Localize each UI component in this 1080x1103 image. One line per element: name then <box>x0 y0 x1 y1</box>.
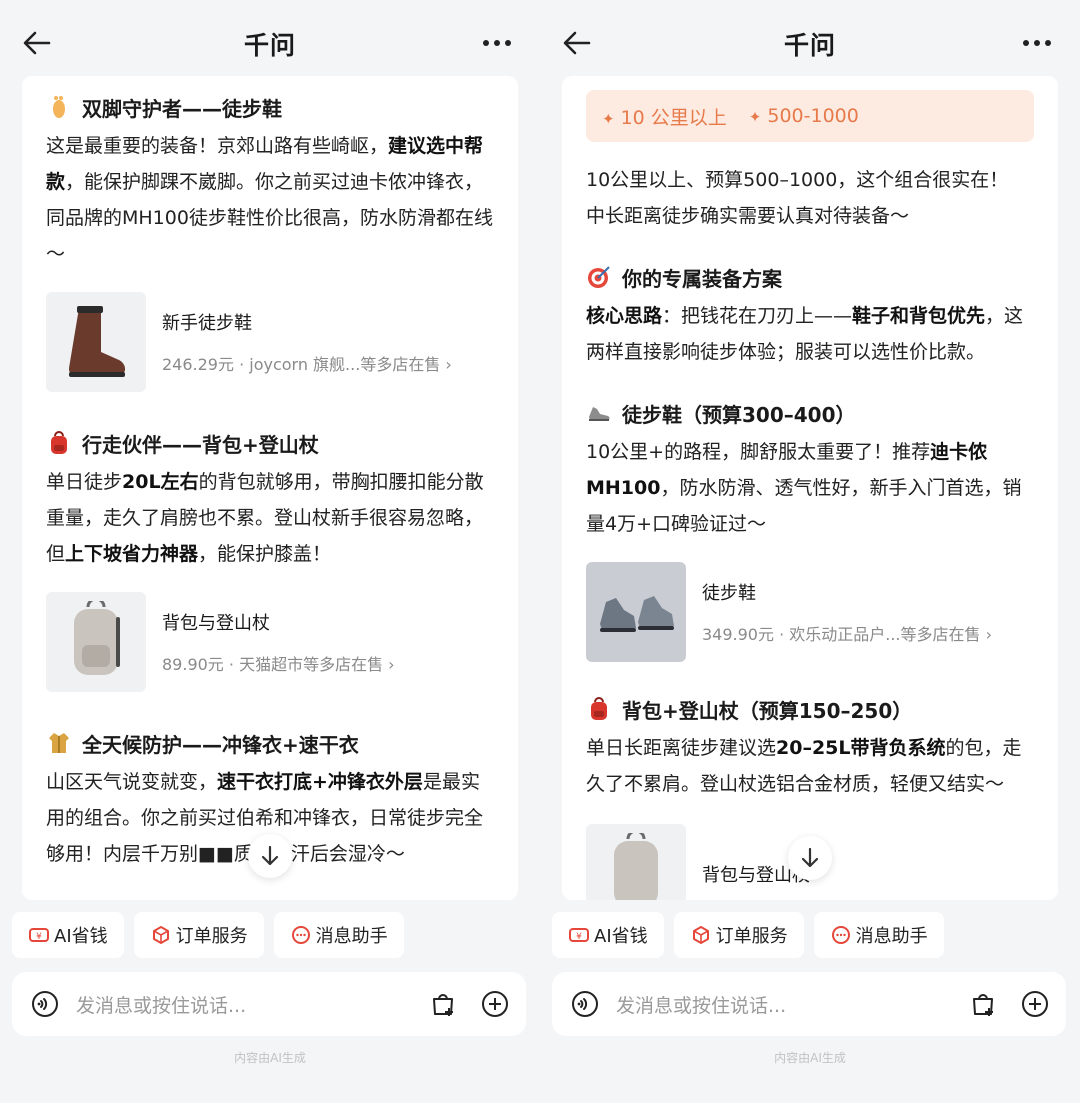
message-input-bar: 发消息或按住说话... <box>12 972 526 1036</box>
shopping-bag-icon[interactable] <box>428 989 458 1019</box>
voice-icon[interactable] <box>570 989 600 1019</box>
chip-message-assistant[interactable]: 消息助手 <box>813 912 944 958</box>
backpack-icon <box>46 430 72 456</box>
message-card: ✦ 10 公里以上 ✦ 500-1000 10公里以上、预算500–1000，这个组… <box>562 76 1058 900</box>
chip-order-service[interactable]: 订单服务 <box>133 912 264 958</box>
target-icon <box>586 264 612 290</box>
more-icon[interactable] <box>1020 28 1054 58</box>
scroll-down-button[interactable] <box>788 836 832 880</box>
box-icon <box>690 924 712 946</box>
more-icon[interactable] <box>480 28 514 58</box>
message-card: 双脚守护者——徒步鞋 这是最重要的装备！京郊山路有些崎岖，建议选中帮款，能保护脚… <box>22 76 518 900</box>
shopping-bag-icon[interactable] <box>968 989 998 1019</box>
section-heading: 全天候防护——冲锋衣+速干衣 <box>46 726 498 760</box>
arrow-down-icon <box>261 845 279 866</box>
backpack-image <box>46 592 146 692</box>
section-text: 单日长距离徒步建议选20–25L带背负系统的包，走久了不累肩。登山杖选铝合金材质… <box>586 737 1022 795</box>
backpack-icon <box>586 696 612 722</box>
backpack-image <box>586 824 686 900</box>
product-meta: 246.29元 · joycorn 旗舰...等多店在售 › <box>162 355 452 374</box>
section-heading: 双脚守护者——徒步鞋 <box>46 90 498 124</box>
svg-text:¥: ¥ <box>576 932 582 942</box>
message-input-bar: 发消息或按住说话... <box>552 972 1066 1036</box>
scroll-down-button[interactable] <box>248 834 292 878</box>
shoe-image <box>586 562 686 662</box>
chat-bubble-icon <box>290 924 312 946</box>
ai-disclaimer: 内容由AI生成 <box>234 1051 306 1065</box>
box-icon <box>150 924 172 946</box>
product-name: 背包与登山杖 <box>162 613 270 634</box>
section-heading: 行走伙伴——背包+登山杖 <box>46 426 498 460</box>
section-heading: 背包+登山杖（预算150–250） <box>586 692 1038 726</box>
section-text: 这是最重要的装备！京郊山路有些崎岖，建议选中帮款，能保护脚踝不崴脚。你之前买过迪… <box>46 135 493 265</box>
add-icon[interactable] <box>480 989 510 1019</box>
message-input[interactable]: 发消息或按住说话... <box>616 991 968 1018</box>
quick-actions: ¥ AI省钱 订单服务 消息助手 <box>552 912 944 958</box>
section-text: 10公里+的路程，脚舒服太重要了！推荐迪卡侬MH100，防水防滑、透气性好，新手… <box>586 441 1022 535</box>
product-meta: 349.90元 · 欢乐动正品户...等多店在售 › <box>702 625 992 644</box>
chat-bubble-icon <box>830 924 852 946</box>
product-name: 徒步鞋 <box>702 583 756 604</box>
page-title: 千问 <box>783 31 836 60</box>
add-icon[interactable] <box>1020 989 1050 1019</box>
product-card[interactable]: 徒步鞋 349.90元 · 欢乐动正品户...等多店在售 › <box>586 562 1038 662</box>
message-input[interactable]: 发消息或按住说话... <box>76 991 428 1018</box>
voice-icon[interactable] <box>30 989 60 1019</box>
boot-image <box>46 292 146 392</box>
svg-text:¥: ¥ <box>36 932 42 942</box>
user-selection-tags: ✦ 10 公里以上 ✦ 500-1000 <box>586 90 1034 142</box>
tag-distance: ✦ 10 公里以上 <box>602 106 727 129</box>
product-meta: 89.90元 · 天猫超市等多店在售 › <box>162 655 395 674</box>
section-text: 单日徒步20L左右的背包就够用，带胸扣腰扣能分散重量，走久了肩膀也不累。登山杖新… <box>46 471 484 565</box>
section-heading: 你的专属装备方案 <box>586 260 1038 294</box>
product-card[interactable]: 新手徒步鞋 246.29元 · joycorn 旗舰...等多店在售 › <box>46 292 498 392</box>
top-bar: 千问 <box>0 0 540 80</box>
ai-disclaimer: 内容由AI生成 <box>774 1051 846 1065</box>
product-name: 新手徒步鞋 <box>162 313 252 334</box>
chat-screen-right: 千问 ✦ 10 公里以上 ✦ 500-1000 10公里以上、预算500–1000，… <box>540 0 1080 1103</box>
arrow-down-icon <box>801 847 819 868</box>
chip-ai-save[interactable]: ¥ AI省钱 <box>552 912 664 958</box>
foot-icon <box>46 94 72 120</box>
tag-budget: ✦ 500-1000 <box>748 105 859 127</box>
coupon-icon: ¥ <box>568 924 590 946</box>
intro-text: 10公里以上、预算500–1000，这个组合很实在！ 中长距离徒步确实需要认真对… <box>586 169 1009 227</box>
top-bar: 千问 <box>540 0 1080 80</box>
page-title: 千问 <box>243 31 296 60</box>
section-heading: 徒步鞋（预算300–400） <box>586 396 1038 430</box>
sparkle-icon: ✦ <box>748 108 762 126</box>
shoe-icon <box>586 400 612 426</box>
chip-order-service[interactable]: 订单服务 <box>673 912 804 958</box>
coat-icon <box>46 730 72 756</box>
sparkle-icon: ✦ <box>602 109 615 128</box>
coupon-icon: ¥ <box>28 924 50 946</box>
chip-message-assistant[interactable]: 消息助手 <box>273 912 404 958</box>
chat-screen-left: 千问 双脚守护者——徒步鞋 这是最重要的装备！京郊山路有些崎岖，建议选中帮款，能… <box>0 0 540 1103</box>
product-card[interactable]: 背包与登山杖 89.90元 · 天猫超市等多店在售 › <box>46 592 498 692</box>
quick-actions: ¥ AI省钱 订单服务 消息助手 <box>12 912 404 958</box>
chip-ai-save[interactable]: ¥ AI省钱 <box>12 912 124 958</box>
section-text: 核心思路：把钱花在刀刃上——鞋子和背包优先，这两样直接影响徒步体验；服装可以选性… <box>586 305 1024 363</box>
